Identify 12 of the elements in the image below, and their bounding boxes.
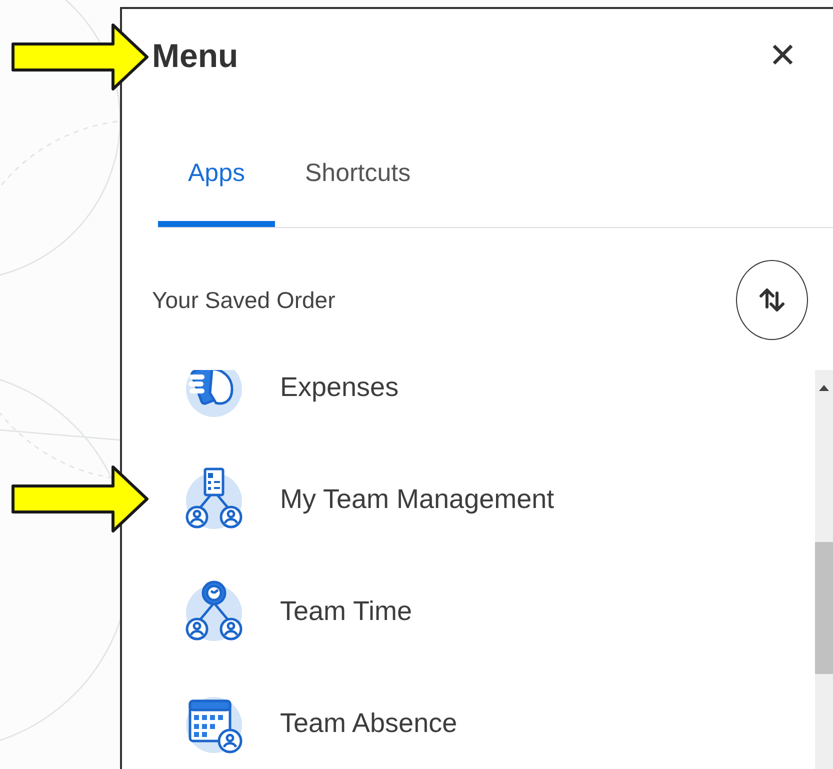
app-item[interactable]: Team Time — [182, 555, 815, 667]
scrollbar[interactable] — [815, 370, 833, 769]
tab[interactable]: Shortcuts — [274, 125, 441, 227]
app-item[interactable]: My Team Management — [182, 443, 815, 555]
tab[interactable]: Apps — [158, 125, 275, 227]
section-title: Your Saved Order — [152, 286, 336, 314]
scroll-up-icon[interactable] — [818, 384, 830, 392]
app-item[interactable]: Expenses — [182, 370, 815, 443]
scrollbar-thumb[interactable] — [815, 542, 833, 674]
app-item[interactable]: Team Absence — [182, 667, 815, 769]
close-button[interactable]: ✕ — [760, 36, 805, 76]
menu-title: Menu — [152, 37, 238, 75]
